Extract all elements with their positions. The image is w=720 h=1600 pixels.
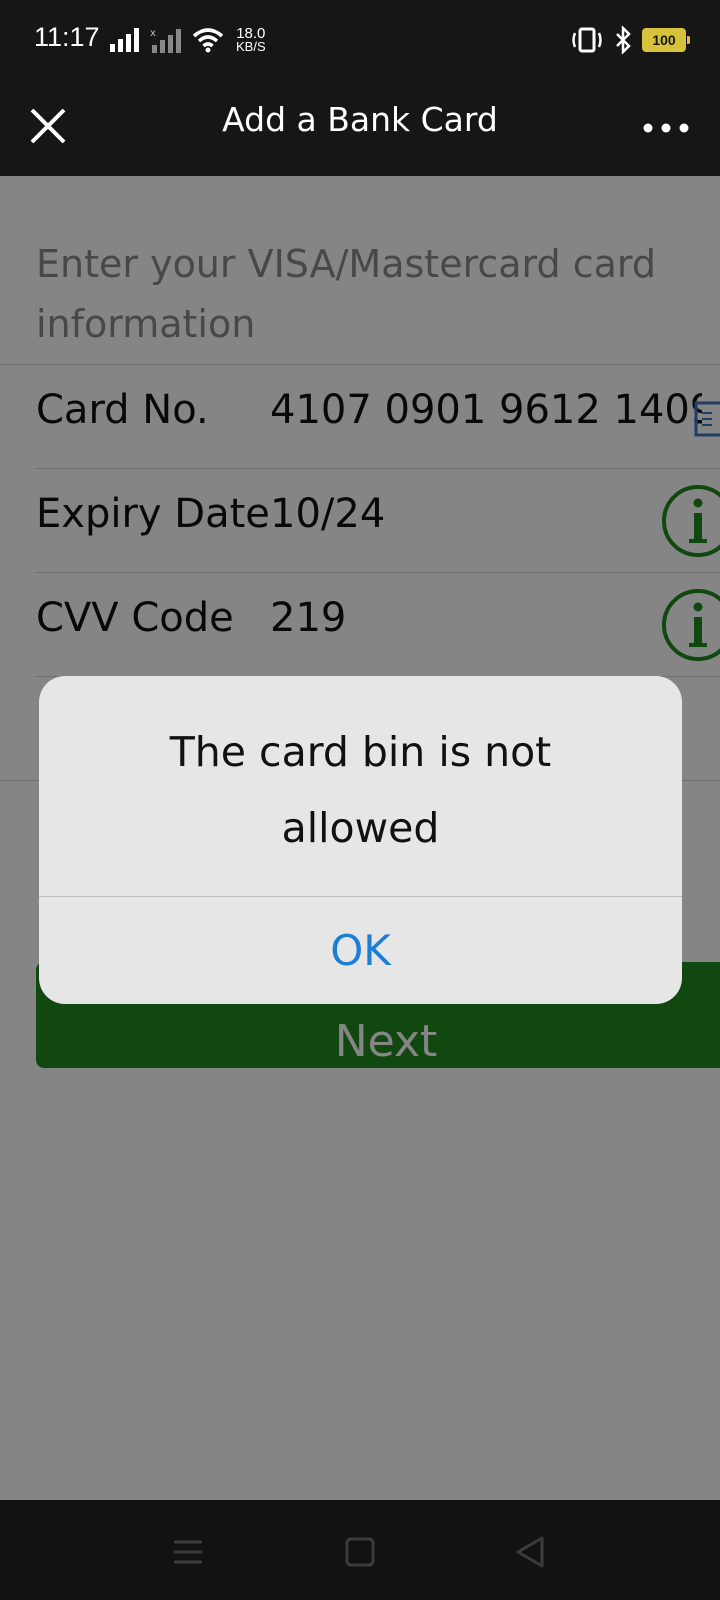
vibrate-icon bbox=[572, 27, 602, 53]
home-icon[interactable] bbox=[342, 1534, 378, 1570]
signal-no-service-icon: x bbox=[150, 28, 181, 53]
status-icons-right: 100 bbox=[570, 24, 690, 56]
status-bar: 11:17 x 18.0 KB/S 100 bbox=[0, 0, 720, 80]
svg-text:x: x bbox=[150, 28, 156, 39]
signal-icon bbox=[110, 28, 139, 52]
wifi-icon bbox=[192, 28, 224, 53]
back-icon[interactable] bbox=[512, 1534, 548, 1570]
dialog-ok-button[interactable]: OK bbox=[39, 897, 682, 1004]
bluetooth-icon bbox=[616, 26, 631, 54]
network-speed-unit: KB/S bbox=[236, 39, 266, 54]
alert-dialog: The card bin is not allowed OK bbox=[39, 676, 682, 1004]
page-title: Add a Bank Card bbox=[222, 100, 498, 139]
close-icon[interactable] bbox=[24, 102, 72, 150]
status-icons-left: x 18.0 KB/S bbox=[110, 24, 266, 56]
dialog-message: The card bin is not allowed bbox=[169, 728, 552, 852]
network-speed: 18.0 KB/S bbox=[236, 26, 266, 54]
status-time: 11:17 bbox=[34, 22, 100, 52]
title-bar: Add a Bank Card bbox=[0, 80, 720, 176]
system-nav-bar bbox=[0, 1500, 720, 1600]
menu-icon[interactable] bbox=[170, 1534, 206, 1570]
battery-icon: 100 bbox=[642, 28, 690, 52]
more-icon[interactable] bbox=[636, 108, 696, 148]
